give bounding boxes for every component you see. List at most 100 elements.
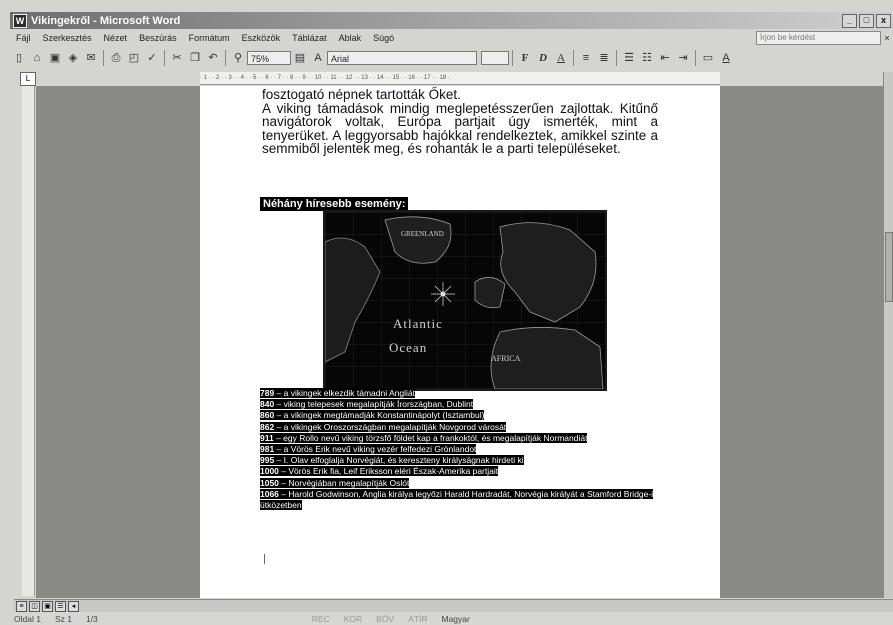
scroll-left-icon[interactable]: ◂ <box>68 600 79 612</box>
map-illustration <box>325 212 605 389</box>
menu-window[interactable]: Ablak <box>333 33 368 43</box>
menu-view[interactable]: Nézet <box>98 33 134 43</box>
map-label-ocean: Ocean <box>389 340 428 355</box>
event-year: 1050 <box>260 477 279 488</box>
map-label-greenland: GREENLAND <box>401 230 444 238</box>
formatting-toolbar: ▯ ⌂ ▣ ◈ ✉ ⎙ ◰ ✓ ✂ ❐ ↶ ⚲ 75% ▤ A Arial F … <box>10 47 893 69</box>
align-left-icon[interactable]: ≡ <box>579 51 593 65</box>
events-heading: Néhány híresebb esemény: <box>260 197 409 211</box>
status-section: Sz 1 <box>54 613 72 624</box>
font-select[interactable]: Arial <box>327 51 477 65</box>
menu-edit[interactable]: Szerkesztés <box>37 33 98 43</box>
word-app-icon[interactable]: W <box>13 13 27 28</box>
menu-bar: Fájl Szerkesztés Nézet Beszúrás Formátum… <box>10 30 893 46</box>
viking-map-image[interactable]: GREENLAND Atlantic Ocean AFRICA <box>323 210 607 391</box>
menu-table[interactable]: Táblázat <box>286 33 333 43</box>
toolbar-divider <box>616 50 617 66</box>
print-layout-icon[interactable]: ▣ <box>42 600 53 612</box>
spelling-icon[interactable]: ✓ <box>145 51 159 65</box>
event-text: – a vikingek megtámadják Konstantinápoly… <box>274 410 485 421</box>
menu-insert[interactable]: Beszúrás <box>133 33 183 43</box>
cut-icon[interactable]: ✂ <box>170 51 184 65</box>
tab-selector[interactable]: L <box>20 72 36 86</box>
numbering-icon[interactable]: ☰ <box>622 51 636 65</box>
menu-tools[interactable]: Eszközök <box>236 33 287 43</box>
event-item: 1000 – Vörös Erik fia, Leif Eriksson elé… <box>260 466 662 477</box>
vertical-ruler[interactable] <box>22 86 35 596</box>
font-color-icon[interactable]: A <box>719 51 733 65</box>
copy-icon[interactable]: ❐ <box>188 51 202 65</box>
open-folder-icon[interactable]: ⌂ <box>30 51 44 65</box>
events-list[interactable]: 789 – a vikingek elkezdik támadni Angliá… <box>260 388 662 511</box>
event-item: 1066 – Harold Godwinson, Anglia királya … <box>260 488 662 511</box>
decrease-indent-icon[interactable]: ⇤ <box>658 51 672 65</box>
event-year: 1066 <box>260 488 279 499</box>
document-page[interactable]: fosztogató népnek tartották Őket. A viki… <box>200 86 720 598</box>
map-label-atlantic: Atlantic <box>393 316 443 331</box>
status-atir[interactable]: ÁTÍR <box>408 614 427 624</box>
body-text[interactable]: fosztogató népnek tartották Őket. A viki… <box>262 88 658 156</box>
window-title: Vikingekről - Microsoft Word <box>31 14 181 27</box>
event-year: 840 <box>260 399 275 410</box>
print-icon[interactable]: ⎙ <box>109 51 123 65</box>
vertical-scrollbar[interactable] <box>883 72 893 598</box>
status-page: Oldal 1 <box>14 613 41 624</box>
event-text: – I. Olav elfoglalja Norvégiát, és keres… <box>274 455 524 466</box>
event-text: – viking telepesek megalapítják Írország… <box>274 399 474 410</box>
text-cursor <box>264 554 265 564</box>
web-view-icon[interactable]: ◫ <box>29 600 40 612</box>
permission-icon[interactable]: ◈ <box>66 51 80 65</box>
styles-icon[interactable]: A <box>311 51 325 65</box>
bullets-icon[interactable]: ☷ <box>640 51 654 65</box>
undo-icon[interactable]: ↶ <box>206 51 220 65</box>
vertical-scroll-thumb[interactable] <box>885 232 893 302</box>
event-item: 995 – I. Olav elfoglalja Norvégiát, és k… <box>260 455 662 466</box>
menu-format[interactable]: Formátum <box>183 33 236 43</box>
restore-button[interactable]: □ <box>859 13 874 28</box>
borders-icon[interactable]: ▭ <box>701 51 715 65</box>
horizontal-scrollbar[interactable]: ≡ ◫ ▣ ☰ ◂ <box>14 599 893 612</box>
status-kor[interactable]: KOR <box>344 614 362 624</box>
event-year: 860 <box>260 410 275 421</box>
event-text: – a vikingek Oroszországban megalapítják… <box>274 421 507 432</box>
minimize-button[interactable]: _ <box>842 13 857 28</box>
close-document-icon[interactable]: × <box>881 33 893 43</box>
increase-indent-icon[interactable]: ⇥ <box>676 51 690 65</box>
print-preview-icon[interactable]: ◰ <box>127 51 141 65</box>
event-year: 789 <box>260 388 275 398</box>
save-icon[interactable]: ▣ <box>48 51 62 65</box>
help-question-input[interactable]: Írjon be kérdést <box>756 31 881 45</box>
event-item: 840 – viking telepesek megalapítják Íror… <box>260 399 662 410</box>
zoom-icon[interactable]: ⚲ <box>231 51 245 65</box>
normal-view-icon[interactable]: ≡ <box>16 600 27 612</box>
font-size-select[interactable] <box>481 51 509 65</box>
event-text: – Harold Godwinson, Anglia királya legyő… <box>260 488 654 511</box>
title-bar: W Vikingekről - Microsoft Word _ □ x <box>10 12 893 29</box>
toolbar-divider <box>225 50 226 66</box>
italic-button[interactable]: D <box>536 51 550 65</box>
menu-help[interactable]: Súgó <box>367 33 400 43</box>
read-mode-icon[interactable]: ▤ <box>293 51 307 65</box>
event-item: 911 – egy Rollo nevű viking törzsfő föld… <box>260 432 662 444</box>
horizontal-ruler[interactable]: · 1 · · 2 · · 3 · · 4 · · 5 · · 6 · · 7 … <box>200 72 720 85</box>
status-bov[interactable]: BŐV <box>376 614 394 624</box>
zoom-select[interactable]: 75% <box>247 51 291 65</box>
justify-icon[interactable]: ≣ <box>597 51 611 65</box>
email-icon[interactable]: ✉ <box>84 51 98 65</box>
toolbar-divider <box>695 50 696 66</box>
bold-button[interactable]: F <box>518 51 532 65</box>
underline-button[interactable]: A <box>554 51 568 65</box>
window-buttons: _ □ x <box>842 13 891 28</box>
close-button[interactable]: x <box>876 13 891 28</box>
new-document-icon[interactable]: ▯ <box>12 51 26 65</box>
status-rec[interactable]: REC <box>312 614 330 624</box>
event-text: – egy Rollo nevű viking törzsfő földet k… <box>273 432 588 443</box>
status-bar: Oldal 1 Sz 1 1/3 REC KOR BŐV ÁTÍR Magyar <box>14 612 893 625</box>
event-year: 1000 <box>260 466 279 477</box>
event-item: 862 – a vikingek Oroszországban megalapí… <box>260 421 662 433</box>
status-pages: 1/3 <box>85 613 98 624</box>
event-text: – Norvégiában megalapítják Oslót <box>278 477 410 488</box>
outline-view-icon[interactable]: ☰ <box>55 600 66 612</box>
menu-file[interactable]: Fájl <box>10 33 37 43</box>
paragraph: A viking támadások mindig meglepetésszer… <box>262 100 658 156</box>
